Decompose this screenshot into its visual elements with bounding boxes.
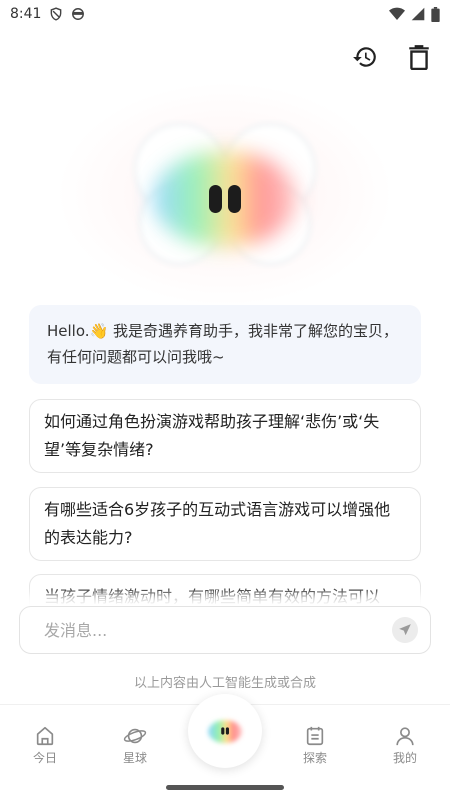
ai-generated-note: 以上内容由人工智能生成或合成 [133,676,316,691]
mascot-icon [208,720,242,744]
suggestion-item[interactable]: 如何通过角色扮演游戏帮助孩子理解‘悲伤’或‘失望’等复杂情绪? [29,399,421,473]
tab-label: 探索 [302,751,327,765]
tab-me[interactable]: 我的 [375,725,435,766]
profile-icon [396,727,414,746]
send-button[interactable] [392,617,418,643]
battery-icon [431,6,440,22]
status-right [389,6,440,22]
history-icon[interactable] [350,42,380,72]
mascot-eye-left [209,185,222,213]
send-icon [399,624,411,636]
greeting-message: Hello.👋 我是奇遇养育助手，我非常了解您的宝贝，有任何问题都可以问我哦~ [29,305,421,384]
mascot-image [133,122,317,266]
wifi-icon [389,7,405,21]
top-actions [350,42,434,72]
status-time: 8:41 [10,6,42,22]
planet-icon [123,728,147,744]
suggestion-item[interactable]: 有哪些适合6岁孩子的互动式语言游戏可以增强他的表达能力? [29,487,421,561]
tab-explore[interactable]: 探索 [285,725,345,766]
message-input[interactable] [44,620,392,640]
shield-icon [49,7,63,21]
mascot-eye-right [228,185,241,213]
tab-label: 我的 [392,751,417,765]
face-icon [71,7,85,21]
calendar-icon [306,726,324,746]
signal-icon [411,7,425,21]
home-indicator [166,785,284,790]
center-mascot-button[interactable] [188,694,262,768]
status-bar: 8:41 [0,0,450,28]
message-input-bar [19,606,431,654]
tab-planet[interactable]: 星球 [105,725,165,766]
status-left: 8:41 [10,6,85,22]
tab-label: 星球 [122,751,147,765]
trash-icon[interactable] [404,42,434,72]
home-icon [36,726,54,746]
tab-today[interactable]: 今日 [15,725,75,766]
tab-label: 今日 [32,751,57,765]
mascot-area [60,84,390,304]
